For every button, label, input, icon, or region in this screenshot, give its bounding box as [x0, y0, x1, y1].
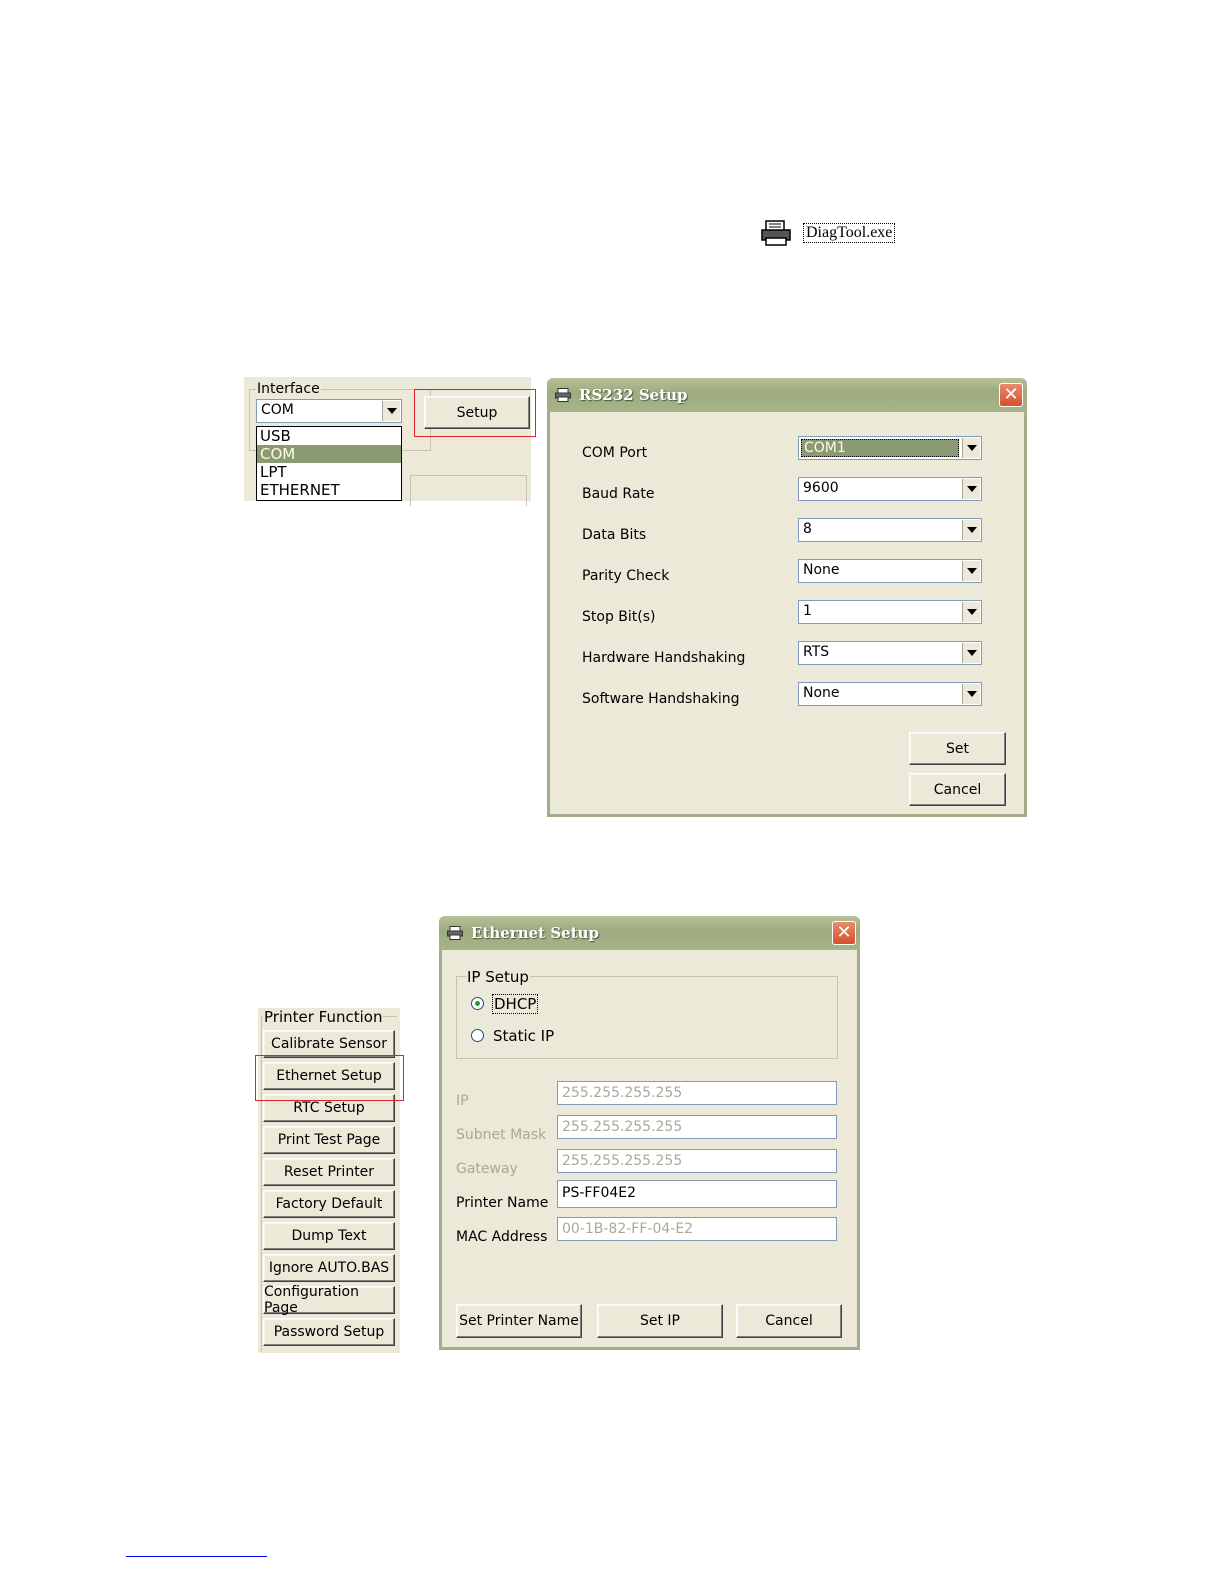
highlight-ethernet-setup — [255, 1055, 404, 1101]
ethernet-setup-dialog: Ethernet Setup ✕ IP Setup DHCP Static IP… — [439, 916, 860, 1350]
close-icon[interactable]: ✕ — [832, 921, 856, 945]
com-port-value: COM1 — [801, 439, 959, 457]
ethernet-title: Ethernet Setup — [471, 924, 600, 942]
stop-bits-label: Stop Bit(s) — [582, 609, 656, 625]
diagtool-label: DiagTool.exe — [803, 223, 896, 243]
chevron-down-icon[interactable] — [962, 520, 980, 540]
chevron-down-icon[interactable] — [962, 561, 980, 581]
printer-icon — [761, 220, 791, 246]
chevron-down-icon[interactable] — [962, 438, 980, 458]
print-test-page-button[interactable]: Print Test Page — [263, 1126, 395, 1154]
com-port-select[interactable]: COM1 — [798, 436, 982, 460]
dhcp-radio[interactable] — [471, 997, 484, 1010]
hardware-handshaking-select[interactable]: RTS — [798, 641, 982, 665]
set-printer-name-button[interactable]: Set Printer Name — [456, 1304, 582, 1338]
set-ip-button[interactable]: Set IP — [597, 1304, 723, 1338]
diagtool-shortcut[interactable]: DiagTool.exe — [760, 219, 900, 249]
chevron-down-icon[interactable] — [962, 602, 980, 622]
mac-address-label: MAC Address — [456, 1229, 548, 1245]
software-handshaking-select[interactable]: None — [798, 682, 982, 706]
reset-printer-button[interactable]: Reset Printer — [263, 1158, 395, 1186]
ip-setup-legend: IP Setup — [466, 968, 530, 986]
ip-label: IP — [456, 1093, 469, 1109]
printer-icon — [447, 926, 463, 940]
rs232-setup-dialog: RS232 Setup ✕ COM Port COM1 Baud Rate 96… — [547, 378, 1027, 817]
com-port-label: COM Port — [582, 445, 648, 461]
chevron-down-icon[interactable] — [962, 643, 980, 663]
interface-option-ethernet[interactable]: ETHERNET — [257, 481, 401, 499]
rs232-cancel-button[interactable]: Cancel — [909, 773, 1006, 806]
factory-default-button[interactable]: Factory Default — [263, 1190, 395, 1218]
printer-name-field[interactable]: PS-FF04E2 — [557, 1180, 837, 1208]
ignore-autobas-button[interactable]: Ignore AUTO.BAS — [263, 1254, 395, 1282]
interface-dropdown-list: USB COM LPT ETHERNET — [256, 426, 402, 501]
baud-rate-label: Baud Rate — [582, 486, 655, 502]
ethernet-title-bar[interactable]: Ethernet Setup ✕ — [439, 916, 860, 950]
calibrate-sensor-button[interactable]: Calibrate Sensor — [263, 1030, 395, 1058]
interface-option-lpt[interactable]: LPT — [257, 463, 401, 481]
stop-bits-value: 1 — [803, 603, 812, 619]
hardware-handshaking-label: Hardware Handshaking — [582, 650, 746, 666]
chevron-down-icon[interactable] — [962, 684, 980, 704]
static-ip-radio[interactable] — [471, 1029, 484, 1042]
chevron-down-icon[interactable] — [962, 479, 980, 499]
rs232-title-bar[interactable]: RS232 Setup ✕ — [547, 378, 1027, 412]
dhcp-label: DHCP — [492, 994, 539, 1014]
hardware-handshaking-value: RTS — [803, 644, 830, 660]
parity-check-label: Parity Check — [582, 568, 670, 584]
rs232-set-button[interactable]: Set — [909, 732, 1006, 765]
baud-rate-value: 9600 — [803, 480, 839, 496]
rs232-title: RS232 Setup — [579, 386, 688, 404]
printer-name-label: Printer Name — [456, 1195, 549, 1211]
mac-address-field[interactable]: 00-1B-82-FF-04-E2 — [557, 1217, 837, 1241]
chevron-down-icon[interactable] — [382, 401, 400, 421]
parity-check-select[interactable]: None — [798, 559, 982, 583]
data-bits-label: Data Bits — [582, 527, 647, 543]
dump-text-button[interactable]: Dump Text — [263, 1222, 395, 1250]
interface-option-usb[interactable]: USB — [257, 427, 401, 445]
close-icon[interactable]: ✕ — [999, 383, 1023, 407]
software-handshaking-label: Software Handshaking — [582, 691, 740, 707]
subnet-mask-label: Subnet Mask — [456, 1127, 547, 1143]
parity-check-value: None — [803, 562, 840, 578]
configuration-page-button[interactable]: Configuration Page — [263, 1284, 395, 1316]
baud-rate-select[interactable]: 9600 — [798, 477, 982, 501]
data-bits-select[interactable]: 8 — [798, 518, 982, 542]
software-handshaking-value: None — [803, 685, 840, 701]
interface-option-com[interactable]: COM — [257, 445, 401, 463]
ip-field[interactable]: 255.255.255.255 — [557, 1081, 837, 1105]
static-ip-label: Static IP — [493, 1027, 555, 1045]
interface-combo[interactable]: COM — [256, 399, 402, 423]
subnet-mask-field[interactable]: 255.255.255.255 — [557, 1115, 837, 1139]
printer-function-legend: Printer Function — [263, 1008, 384, 1026]
gateway-field[interactable]: 255.255.255.255 — [557, 1149, 837, 1173]
password-setup-button[interactable]: Password Setup — [263, 1318, 395, 1346]
ip-setup-groupbox — [456, 976, 838, 1059]
panel-divider — [410, 475, 527, 506]
footer-link-underline[interactable] — [126, 1556, 267, 1557]
interface-combo-value: COM — [261, 402, 294, 418]
printer-icon — [555, 388, 571, 402]
highlight-setup-button — [414, 389, 536, 437]
data-bits-value: 8 — [803, 521, 812, 537]
interface-legend: Interface — [256, 381, 321, 397]
gateway-label: Gateway — [456, 1161, 518, 1177]
stop-bits-select[interactable]: 1 — [798, 600, 982, 624]
ethernet-cancel-button[interactable]: Cancel — [736, 1304, 842, 1338]
